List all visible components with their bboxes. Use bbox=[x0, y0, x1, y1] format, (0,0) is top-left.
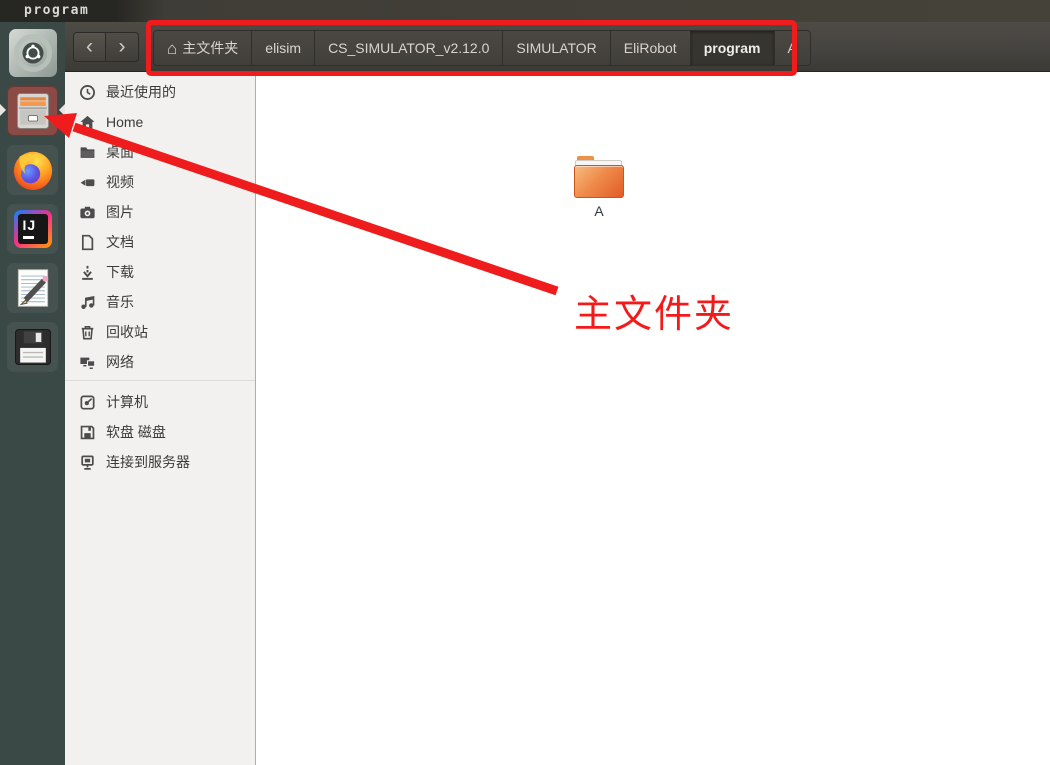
files-icon[interactable] bbox=[7, 86, 58, 136]
sidebar-item-recent[interactable]: 最近使用的 bbox=[65, 77, 255, 107]
document-icon bbox=[81, 234, 94, 250]
sidebar-label: 最近使用的 bbox=[106, 84, 176, 100]
sidebar-item-documents[interactable]: 文档 bbox=[65, 227, 255, 257]
sidebar-label: 计算机 bbox=[106, 394, 148, 410]
file-cabinet-glyph bbox=[16, 93, 49, 129]
sidebar-label: 下载 bbox=[106, 264, 134, 280]
sidebar-item-network[interactable]: 网络 bbox=[65, 347, 255, 377]
launcher-dock: IJ bbox=[0, 22, 65, 765]
download-icon bbox=[82, 265, 93, 280]
breadcrumb-simulator[interactable]: SIMULATOR bbox=[503, 30, 611, 66]
breadcrumb-elirobot[interactable]: EliRobot bbox=[610, 30, 691, 66]
sidebar-separator bbox=[65, 380, 255, 381]
sidebar-item-computer[interactable]: 计算机 bbox=[65, 387, 255, 417]
back-button[interactable]: ‹ bbox=[73, 32, 106, 62]
floppy-icon bbox=[80, 425, 95, 439]
sidebar-label: Home bbox=[106, 114, 144, 130]
desktop-folder-icon bbox=[80, 146, 95, 158]
firefox-icon[interactable] bbox=[7, 145, 58, 195]
video-icon bbox=[80, 178, 95, 186]
sidebar-item-videos[interactable]: 视频 bbox=[65, 167, 255, 197]
breadcrumb-home[interactable]: ⌂ 主文件夹 bbox=[153, 30, 253, 66]
sidebar-item-pictures[interactable]: 图片 bbox=[65, 197, 255, 227]
firefox-glyph bbox=[13, 151, 52, 191]
sidebar-item-connect-server[interactable]: 连接到服务器 bbox=[65, 447, 255, 477]
breadcrumb-cs-simulator[interactable]: CS_SIMULATOR_v2.12.0 bbox=[315, 30, 504, 66]
breadcrumb-elisim[interactable]: elisim bbox=[252, 30, 316, 66]
home-icon bbox=[80, 115, 95, 129]
breadcrumb-a[interactable]: A bbox=[774, 30, 811, 66]
server-icon bbox=[81, 454, 94, 470]
folder-item-label: A bbox=[594, 203, 604, 219]
music-icon bbox=[81, 295, 95, 309]
sidebar-label: 软盘 磁盘 bbox=[106, 424, 166, 440]
file-view: A bbox=[257, 72, 1050, 765]
intellij-glyph: IJ bbox=[13, 210, 52, 248]
sidebar-label: 桌面 bbox=[106, 144, 134, 160]
ubuntu-dash-icon[interactable] bbox=[7, 28, 58, 78]
folder-item-a[interactable]: A bbox=[563, 156, 635, 219]
trash-icon bbox=[81, 325, 94, 339]
floppy-glyph bbox=[14, 329, 51, 365]
nav-buttons: ‹ › bbox=[73, 32, 139, 62]
camera-icon bbox=[80, 206, 95, 218]
intellij-icon[interactable]: IJ bbox=[7, 204, 58, 254]
window-title: program bbox=[24, 3, 90, 18]
sidebar-label: 连接到服务器 bbox=[106, 454, 190, 470]
intellij-letters: IJ bbox=[22, 217, 37, 233]
sidebar-label: 音乐 bbox=[106, 294, 134, 310]
sidebar-label: 文档 bbox=[106, 234, 134, 250]
clock-icon bbox=[80, 84, 95, 100]
notepad-pencil-glyph bbox=[17, 269, 48, 307]
sidebar-label: 视频 bbox=[106, 174, 134, 190]
sidebar-item-trash[interactable]: 回收站 bbox=[65, 317, 255, 347]
breadcrumb-label: 主文件夹 bbox=[182, 40, 239, 56]
sidebar-item-floppy[interactable]: 软盘 磁盘 bbox=[65, 417, 255, 447]
sidebar-label: 网络 bbox=[106, 354, 134, 370]
home-icon: ⌂ bbox=[167, 38, 178, 58]
places-sidebar: 最近使用的 Home 桌面 视频 图片 文档 下载 音乐 回收站 网络 计算机 … bbox=[65, 72, 256, 765]
ubuntu-dash-glyph bbox=[8, 29, 57, 77]
breadcrumb-program-current[interactable]: program bbox=[690, 30, 775, 66]
desktop: program ‹ › ⌂ 主文件夹 elisim CS_SIMULATOR_v… bbox=[0, 0, 1050, 765]
forward-button[interactable]: › bbox=[106, 32, 139, 62]
file-manager-toolbar: ‹ › ⌂ 主文件夹 elisim CS_SIMULATOR_v2.12.0 S… bbox=[65, 22, 1050, 72]
sidebar-item-home[interactable]: Home bbox=[65, 107, 255, 137]
folder-icon bbox=[574, 156, 624, 198]
sidebar-label: 回收站 bbox=[106, 324, 148, 340]
text-editor-icon[interactable] bbox=[7, 263, 58, 313]
floppy-archive-icon[interactable] bbox=[7, 322, 58, 372]
top-panel: program bbox=[0, 0, 1050, 22]
intellij-underscore bbox=[22, 236, 34, 239]
sidebar-label: 图片 bbox=[106, 204, 134, 220]
sidebar-item-downloads[interactable]: 下载 bbox=[65, 257, 255, 287]
sidebar-item-desktop[interactable]: 桌面 bbox=[65, 137, 255, 167]
network-icon bbox=[80, 357, 96, 369]
running-indicator bbox=[0, 104, 6, 116]
computer-disk-icon bbox=[80, 394, 95, 410]
sidebar-item-music[interactable]: 音乐 bbox=[65, 287, 255, 317]
breadcrumb: ⌂ 主文件夹 elisim CS_SIMULATOR_v2.12.0 SIMUL… bbox=[153, 30, 811, 66]
